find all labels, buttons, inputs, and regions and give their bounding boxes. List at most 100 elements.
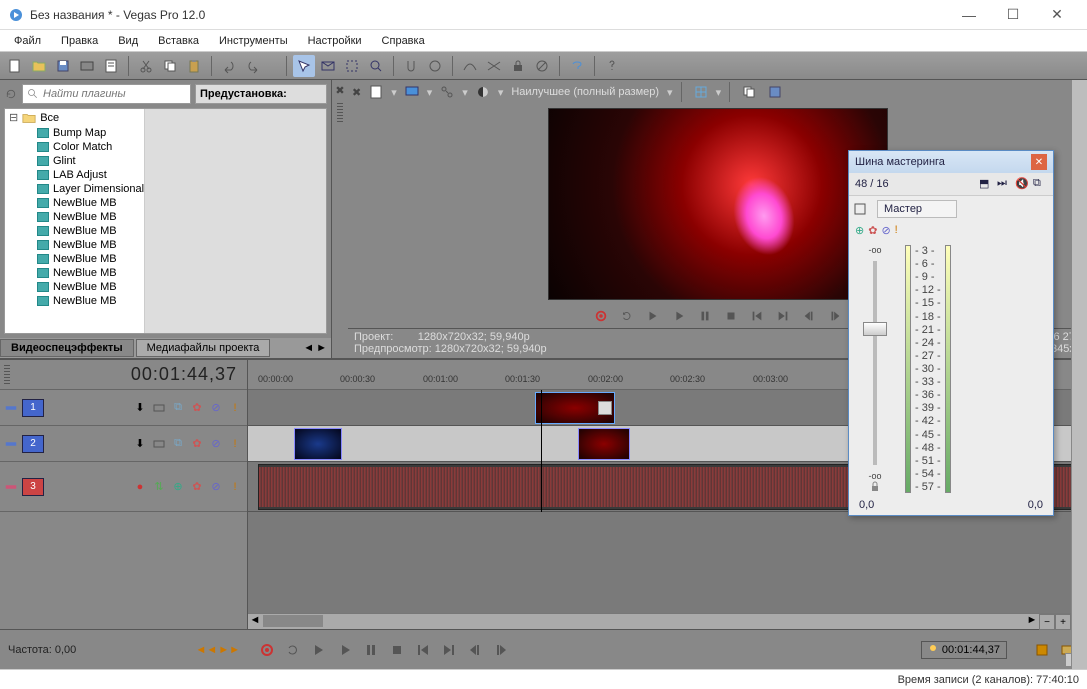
- help-icon[interactable]: [601, 55, 623, 77]
- fx-item[interactable]: NewBlue MB: [5, 224, 144, 238]
- close-preview-icon[interactable]: ✖: [352, 86, 361, 99]
- fx-icon[interactable]: [436, 81, 458, 103]
- save-snapshot-icon[interactable]: [764, 81, 786, 103]
- crossfade-icon[interactable]: [459, 55, 481, 77]
- record-icon[interactable]: [590, 305, 612, 327]
- playhead[interactable]: [541, 390, 542, 512]
- bypass-fx-icon[interactable]: ⬇: [132, 436, 148, 452]
- panel-grip[interactable]: ✖: [332, 80, 348, 358]
- tab-project-media[interactable]: Медиафайлы проекта: [136, 339, 271, 357]
- go-start-icon[interactable]: [412, 639, 434, 661]
- ignore-event-icon[interactable]: [531, 55, 553, 77]
- copy-icon[interactable]: [159, 55, 181, 77]
- scrub-control[interactable]: ◄◄►►: [195, 644, 240, 656]
- lock-icon[interactable]: [869, 481, 881, 493]
- render-icon[interactable]: [76, 55, 98, 77]
- track-fx-icon[interactable]: ⊕: [170, 479, 186, 495]
- fx-tree[interactable]: ⊟ Все Bump Map Color Match Glint LAB Adj…: [5, 109, 145, 333]
- maximize-button[interactable]: ☐: [991, 1, 1035, 29]
- fx-item[interactable]: Color Match: [5, 140, 144, 154]
- go-start-icon[interactable]: [746, 305, 768, 327]
- tab-scroll-right-icon[interactable]: ►: [316, 342, 327, 354]
- tab-video-fx[interactable]: Видеоспецэффекты: [0, 339, 134, 357]
- master-label[interactable]: Мастер: [877, 200, 957, 218]
- close-icon[interactable]: ✕: [1031, 154, 1047, 170]
- mute-icon[interactable]: 🔇: [1015, 177, 1029, 191]
- fx-item[interactable]: NewBlue MB: [5, 196, 144, 210]
- paste-icon[interactable]: [183, 55, 205, 77]
- master-titlebar[interactable]: Шина мастеринга ✕: [849, 151, 1053, 173]
- overlay-icon[interactable]: [690, 81, 712, 103]
- play-start-icon[interactable]: [642, 305, 664, 327]
- fx-item[interactable]: Bump Map: [5, 126, 144, 140]
- auto-ripple-icon[interactable]: [424, 55, 446, 77]
- fx-item[interactable]: Layer Dimensionality: [5, 182, 144, 196]
- fx-item[interactable]: NewBlue MB: [5, 210, 144, 224]
- solo-icon[interactable]: !: [227, 479, 243, 495]
- expand-icon[interactable]: [4, 437, 18, 451]
- track-motion-icon[interactable]: [151, 400, 167, 416]
- expand-icon[interactable]: [4, 480, 18, 494]
- menu-tools[interactable]: Инструменты: [209, 33, 298, 49]
- video-clip[interactable]: [578, 428, 630, 460]
- timeline-timecode[interactable]: 00:01:44,37: [921, 641, 1007, 659]
- preview-props-icon[interactable]: [365, 81, 387, 103]
- close-button[interactable]: ✕: [1035, 1, 1079, 29]
- undo-icon[interactable]: [218, 55, 240, 77]
- zoom-in-h-icon[interactable]: +: [1055, 614, 1071, 630]
- zoom-out-h-icon[interactable]: −: [1039, 614, 1055, 630]
- tree-root[interactable]: ⊟ Все: [5, 109, 144, 126]
- mastering-bus-window[interactable]: Шина мастеринга ✕ 48 / 16 ⬒ ⏭ 🔇 ⧉ Мастер…: [848, 150, 1054, 516]
- menu-settings[interactable]: Настройки: [298, 33, 372, 49]
- dim-icon[interactable]: ⏭: [997, 177, 1011, 191]
- video-track-2-header[interactable]: 2 ⬇ ⧉ ✿ ⊘ !: [0, 426, 247, 462]
- menu-view[interactable]: Вид: [108, 33, 148, 49]
- go-end-icon[interactable]: [772, 305, 794, 327]
- lock-icon[interactable]: [507, 55, 529, 77]
- stop-icon[interactable]: [720, 305, 742, 327]
- video-clip[interactable]: [535, 392, 615, 424]
- refresh-icon[interactable]: [4, 84, 18, 104]
- tab-scroll-left-icon[interactable]: ◄: [303, 342, 314, 354]
- video-clip[interactable]: [294, 428, 342, 460]
- properties-icon[interactable]: [100, 55, 122, 77]
- go-end-icon[interactable]: [438, 639, 460, 661]
- copy-snapshot-icon[interactable]: [738, 81, 760, 103]
- split-screen-icon[interactable]: [472, 81, 494, 103]
- invert-phase-icon[interactable]: ⇅: [151, 479, 167, 495]
- close-panel-icon[interactable]: ✖: [335, 84, 344, 97]
- selection-tool-icon[interactable]: [341, 55, 363, 77]
- menu-edit[interactable]: Правка: [51, 33, 108, 49]
- master-fader[interactable]: -оо -оо: [855, 245, 895, 493]
- edit-tool-icon[interactable]: [293, 55, 315, 77]
- prev-frame-icon[interactable]: [798, 305, 820, 327]
- fx-item[interactable]: NewBlue MB: [5, 266, 144, 280]
- menu-help[interactable]: Справка: [372, 33, 435, 49]
- interactive-tutorial-icon[interactable]: [566, 55, 588, 77]
- next-frame-icon[interactable]: [824, 305, 846, 327]
- automation-icon[interactable]: ✿: [868, 224, 877, 237]
- prev-frame-icon[interactable]: [464, 639, 486, 661]
- envelope-tool-icon[interactable]: [317, 55, 339, 77]
- fx-item[interactable]: NewBlue MB: [5, 238, 144, 252]
- cut-icon[interactable]: [135, 55, 157, 77]
- automation-icon[interactable]: ✿: [189, 400, 205, 416]
- menu-file[interactable]: Файл: [4, 33, 51, 49]
- save-icon[interactable]: [52, 55, 74, 77]
- track-motion-icon[interactable]: [151, 436, 167, 452]
- next-frame-icon[interactable]: [490, 639, 512, 661]
- new-icon[interactable]: [4, 55, 26, 77]
- fx-search[interactable]: [22, 84, 191, 104]
- crop-icon[interactable]: [598, 401, 612, 415]
- track-fx-icon[interactable]: ⧉: [170, 436, 186, 452]
- auto-crossfade-icon[interactable]: [483, 55, 505, 77]
- solo-icon[interactable]: !: [227, 400, 243, 416]
- fx-item[interactable]: NewBlue MB: [5, 294, 144, 308]
- fx-item[interactable]: NewBlue MB: [5, 252, 144, 266]
- play-icon[interactable]: [334, 639, 356, 661]
- insert-fx-icon[interactable]: ⊕: [855, 224, 864, 237]
- pause-icon[interactable]: [694, 305, 716, 327]
- fx-item[interactable]: Glint: [5, 154, 144, 168]
- open-icon[interactable]: [28, 55, 50, 77]
- snap-icon[interactable]: [400, 55, 422, 77]
